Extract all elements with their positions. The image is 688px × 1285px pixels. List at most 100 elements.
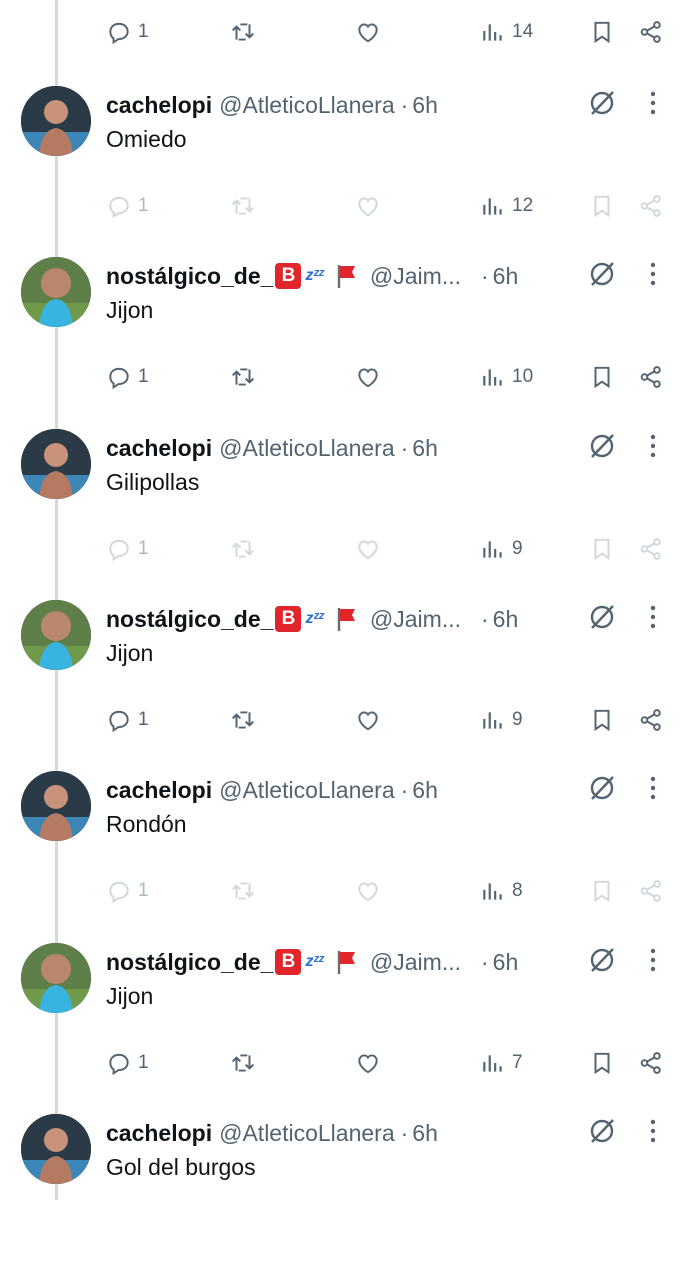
reply-icon: [109, 1053, 129, 1076]
grok-button[interactable]: [587, 773, 617, 803]
like-button[interactable]: [355, 193, 381, 219]
bookmark-button[interactable]: [589, 1050, 615, 1076]
share-button[interactable]: [638, 878, 664, 904]
retweet-button[interactable]: [230, 536, 256, 562]
action-bar: 1 10: [0, 357, 688, 397]
more-button[interactable]: [643, 947, 663, 973]
reply-button[interactable]: 1: [106, 19, 149, 45]
timestamp[interactable]: 6h: [493, 606, 519, 633]
share-button[interactable]: [638, 536, 664, 562]
separator: ·: [481, 605, 489, 632]
reply-button[interactable]: 1: [106, 193, 149, 219]
share-icon: [640, 880, 661, 902]
handle[interactable]: @AtleticoLlanera: [219, 92, 395, 119]
retweet-button[interactable]: [230, 193, 256, 219]
tweet[interactable]: nostálgico_de_ B zᶻᶻ @Jaim... · 6h Jijon…: [0, 257, 688, 428]
tweet[interactable]: cachelopi @AtleticoLlanera · 6h Rondón 1: [0, 771, 688, 942]
tweet[interactable]: nostálgico_de_ B zᶻᶻ @Jaim... · 6h Jijon…: [0, 943, 688, 1114]
tweet[interactable]: cachelopi @AtleticoLlanera · 6h Omiedo 1: [0, 86, 688, 257]
reply-button[interactable]: 1: [106, 536, 149, 562]
more-button[interactable]: [643, 775, 663, 801]
grok-button[interactable]: [587, 602, 617, 632]
bookmark-button[interactable]: [589, 878, 615, 904]
more-button[interactable]: [643, 604, 663, 630]
retweet-button[interactable]: [230, 19, 256, 45]
avatar[interactable]: [21, 943, 91, 1013]
bookmark-button[interactable]: [589, 19, 615, 45]
retweet-button[interactable]: [230, 364, 256, 390]
views-button[interactable]: 9: [480, 707, 523, 733]
views-button[interactable]: 9: [480, 536, 523, 562]
retweet-button[interactable]: [230, 707, 256, 733]
handle[interactable]: @Jaim...: [370, 263, 461, 290]
bookmark-button[interactable]: [589, 364, 615, 390]
more-button[interactable]: [643, 261, 663, 287]
share-button[interactable]: [638, 364, 664, 390]
timestamp[interactable]: 6h: [493, 949, 519, 976]
avatar[interactable]: [21, 1114, 91, 1184]
bookmark-icon: [594, 1052, 610, 1075]
views-button[interactable]: 8: [480, 878, 523, 904]
retweet-icon: [232, 368, 254, 386]
handle[interactable]: @AtleticoLlanera: [219, 435, 395, 462]
avatar[interactable]: [21, 429, 91, 499]
grok-button[interactable]: [587, 1116, 617, 1146]
display-name[interactable]: cachelopi: [106, 435, 212, 462]
timestamp[interactable]: 6h: [493, 263, 519, 290]
views-button[interactable]: 14: [480, 19, 533, 45]
more-button[interactable]: [643, 1118, 663, 1144]
retweet-button[interactable]: [230, 1050, 256, 1076]
views-button[interactable]: 7: [480, 1050, 523, 1076]
share-button[interactable]: [638, 19, 664, 45]
avatar-photo: [21, 257, 91, 327]
reply-button[interactable]: 1: [106, 364, 149, 390]
like-button[interactable]: [355, 707, 381, 733]
display-name[interactable]: nostálgico_de_: [106, 606, 273, 633]
grok-button[interactable]: [587, 88, 617, 118]
like-button[interactable]: [355, 364, 381, 390]
like-icon: [358, 711, 378, 731]
tweet[interactable]: cachelopi @AtleticoLlanera · 6h Gilipoll…: [0, 429, 688, 600]
more-button[interactable]: [643, 433, 663, 459]
retweet-button[interactable]: [230, 878, 256, 904]
avatar[interactable]: [21, 600, 91, 670]
like-button[interactable]: [355, 1050, 381, 1076]
more-button[interactable]: [643, 90, 663, 116]
like-button[interactable]: [355, 878, 381, 904]
reply-button[interactable]: 1: [106, 1050, 149, 1076]
bookmark-button[interactable]: [589, 536, 615, 562]
timestamp[interactable]: 6h: [412, 777, 438, 804]
views-button[interactable]: 10: [480, 364, 533, 390]
display-name[interactable]: nostálgico_de_: [106, 949, 273, 976]
grok-button[interactable]: [587, 945, 617, 975]
reply-button[interactable]: 1: [106, 707, 149, 733]
display-name[interactable]: cachelopi: [106, 777, 212, 804]
like-button[interactable]: [355, 536, 381, 562]
bookmark-button[interactable]: [589, 193, 615, 219]
display-name[interactable]: cachelopi: [106, 1120, 212, 1147]
display-name[interactable]: nostálgico_de_: [106, 263, 273, 290]
tweet[interactable]: nostálgico_de_ B zᶻᶻ @Jaim... · 6h Jijon…: [0, 600, 688, 771]
reply-button[interactable]: 1: [106, 878, 149, 904]
display-name[interactable]: cachelopi: [106, 92, 212, 119]
like-button[interactable]: [355, 19, 381, 45]
timestamp[interactable]: 6h: [412, 435, 438, 462]
share-button[interactable]: [638, 193, 664, 219]
handle[interactable]: @Jaim...: [370, 949, 461, 976]
handle[interactable]: @AtleticoLlanera: [219, 1120, 395, 1147]
share-button[interactable]: [638, 1050, 664, 1076]
avatar[interactable]: [21, 771, 91, 841]
handle[interactable]: @Jaim...: [370, 606, 461, 633]
timestamp[interactable]: 6h: [412, 1120, 438, 1147]
like-icon: [358, 540, 378, 560]
retweet-icon: [232, 540, 254, 558]
grok-button[interactable]: [587, 259, 617, 289]
views-button[interactable]: 12: [480, 193, 533, 219]
avatar[interactable]: [21, 257, 91, 327]
bookmark-button[interactable]: [589, 707, 615, 733]
timestamp[interactable]: 6h: [412, 92, 438, 119]
share-button[interactable]: [638, 707, 664, 733]
avatar[interactable]: [21, 86, 91, 156]
handle[interactable]: @AtleticoLlanera: [219, 777, 395, 804]
grok-button[interactable]: [587, 431, 617, 461]
